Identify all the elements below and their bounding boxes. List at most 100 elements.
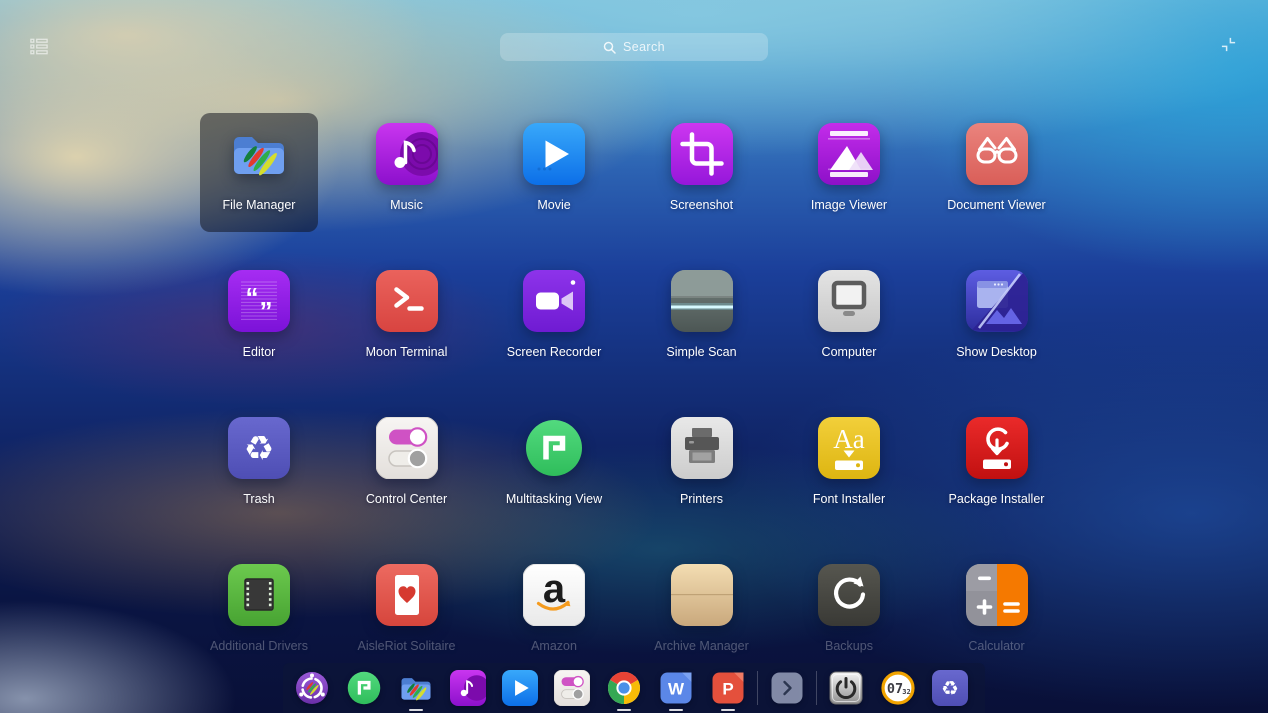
screenshot-icon xyxy=(671,123,733,185)
trash-icon: ♻ xyxy=(228,417,290,479)
dock-item-expand[interactable] xyxy=(761,663,813,713)
chrome-icon xyxy=(606,670,642,706)
app-label: Font Installer xyxy=(813,492,885,506)
app-package-installer[interactable]: Package Installer xyxy=(938,407,1056,526)
dock-separator xyxy=(816,671,817,705)
app-label: Screen Recorder xyxy=(507,345,602,359)
movie-icon xyxy=(502,670,538,706)
app-label: File Manager xyxy=(223,198,296,212)
running-indicator xyxy=(669,709,683,712)
terminal-icon xyxy=(376,270,438,332)
wps-writer-icon: W xyxy=(658,670,694,706)
dock-item-control-center[interactable] xyxy=(546,663,598,713)
dock-item-multitasking-view[interactable] xyxy=(338,663,390,713)
music-icon xyxy=(450,670,486,706)
exit-fullscreen-toggle[interactable] xyxy=(1220,36,1237,58)
quote-glyph: “ xyxy=(246,282,259,312)
dock: W P 07 32 xyxy=(283,663,985,713)
power-icon xyxy=(828,670,864,706)
app-multitasking-view[interactable]: Multitasking View xyxy=(495,407,613,526)
file-manager-icon xyxy=(228,123,290,185)
search-icon xyxy=(603,41,616,54)
list-view-toggle[interactable] xyxy=(30,37,48,61)
calculator-icon xyxy=(966,564,1028,626)
app-label: Additional Drivers xyxy=(210,639,308,653)
exit-fullscreen-icon xyxy=(1220,36,1237,53)
app-printers[interactable]: Printers xyxy=(643,407,761,526)
wps-writer-letter: W xyxy=(668,680,685,699)
app-backups[interactable]: Backups xyxy=(790,554,908,673)
app-additional-drivers[interactable]: Additional Drivers xyxy=(200,554,318,673)
app-amazon[interactable]: a Amazon xyxy=(495,554,613,673)
chevron-right-icon xyxy=(769,670,805,706)
app-music[interactable]: Music xyxy=(348,113,466,232)
app-movie[interactable]: Movie xyxy=(495,113,613,232)
document-viewer-icon xyxy=(966,123,1028,185)
app-label: Calculator xyxy=(968,639,1024,653)
recycle-glyph: ♻ xyxy=(941,677,959,700)
clock-icon: 07 32 xyxy=(880,670,916,706)
multitasking-icon xyxy=(346,670,382,706)
app-simple-scan[interactable]: Simple Scan xyxy=(643,260,761,379)
app-label: Printers xyxy=(680,492,723,506)
font-sample-glyph: Aa xyxy=(833,424,864,454)
computer-icon xyxy=(818,270,880,332)
app-label: Music xyxy=(390,198,423,212)
printer-icon xyxy=(671,417,733,479)
archive-icon xyxy=(671,564,733,626)
quote-glyph: ” xyxy=(260,296,273,326)
app-screenshot[interactable]: Screenshot xyxy=(643,113,761,232)
image-viewer-icon xyxy=(818,123,880,185)
running-indicator xyxy=(409,709,423,712)
app-label: Show Desktop xyxy=(956,345,1037,359)
font-installer-icon: Aa xyxy=(818,417,880,479)
card-heart-icon xyxy=(376,564,438,626)
wps-pdf-letter: P xyxy=(722,680,733,699)
screen-recorder-icon xyxy=(523,270,585,332)
dock-item-file-manager[interactable] xyxy=(390,663,442,713)
app-image-viewer[interactable]: Image Viewer xyxy=(790,113,908,232)
app-label: AisleRiot Solitaire xyxy=(358,639,456,653)
dock-item-music[interactable] xyxy=(442,663,494,713)
dock-item-wps-pdf[interactable]: P xyxy=(702,663,754,713)
app-document-viewer[interactable]: Document Viewer xyxy=(938,113,1056,232)
app-label: Backups xyxy=(825,639,873,653)
app-aisleriot-solitaire[interactable]: AisleRiot Solitaire xyxy=(348,554,466,673)
dock-item-clock[interactable]: 07 32 xyxy=(872,663,924,713)
app-archive-manager[interactable]: Archive Manager xyxy=(643,554,761,673)
app-control-center[interactable]: Control Center xyxy=(348,407,466,526)
app-trash[interactable]: ♻ Trash xyxy=(200,407,318,526)
app-editor[interactable]: “ ” Editor xyxy=(200,260,318,379)
app-label: Trash xyxy=(243,492,275,506)
search-input[interactable]: Search xyxy=(500,33,768,61)
launcher-icon xyxy=(294,670,330,706)
music-icon xyxy=(376,123,438,185)
app-file-manager[interactable]: File Manager xyxy=(200,113,318,232)
app-computer[interactable]: Computer xyxy=(790,260,908,379)
app-font-installer[interactable]: Aa Font Installer xyxy=(790,407,908,526)
app-calculator[interactable]: Calculator xyxy=(938,554,1056,673)
app-label: Multitasking View xyxy=(506,492,602,506)
trash-icon: ♻ xyxy=(932,670,968,706)
app-screen-recorder[interactable]: Screen Recorder xyxy=(495,260,613,379)
control-center-icon xyxy=(554,670,590,706)
app-label: Amazon xyxy=(531,639,577,653)
chip-icon xyxy=(228,564,290,626)
dock-item-power[interactable] xyxy=(820,663,872,713)
scanner-icon xyxy=(671,270,733,332)
wps-pdf-icon: P xyxy=(710,670,746,706)
app-label: Simple Scan xyxy=(666,345,736,359)
app-label: Editor xyxy=(243,345,276,359)
list-view-icon xyxy=(30,37,48,56)
clock-hours: 07 xyxy=(887,681,903,697)
search-placeholder: Search xyxy=(623,40,665,54)
dock-item-chrome[interactable] xyxy=(598,663,650,713)
show-desktop-icon xyxy=(966,270,1028,332)
dock-item-movie[interactable] xyxy=(494,663,546,713)
dock-item-wps-writer[interactable]: W xyxy=(650,663,702,713)
app-show-desktop[interactable]: Show Desktop xyxy=(938,260,1056,379)
dock-item-launcher[interactable] xyxy=(286,663,338,713)
dock-item-trash[interactable]: ♻ xyxy=(924,663,976,713)
movie-icon xyxy=(523,123,585,185)
app-moon-terminal[interactable]: Moon Terminal xyxy=(348,260,466,379)
